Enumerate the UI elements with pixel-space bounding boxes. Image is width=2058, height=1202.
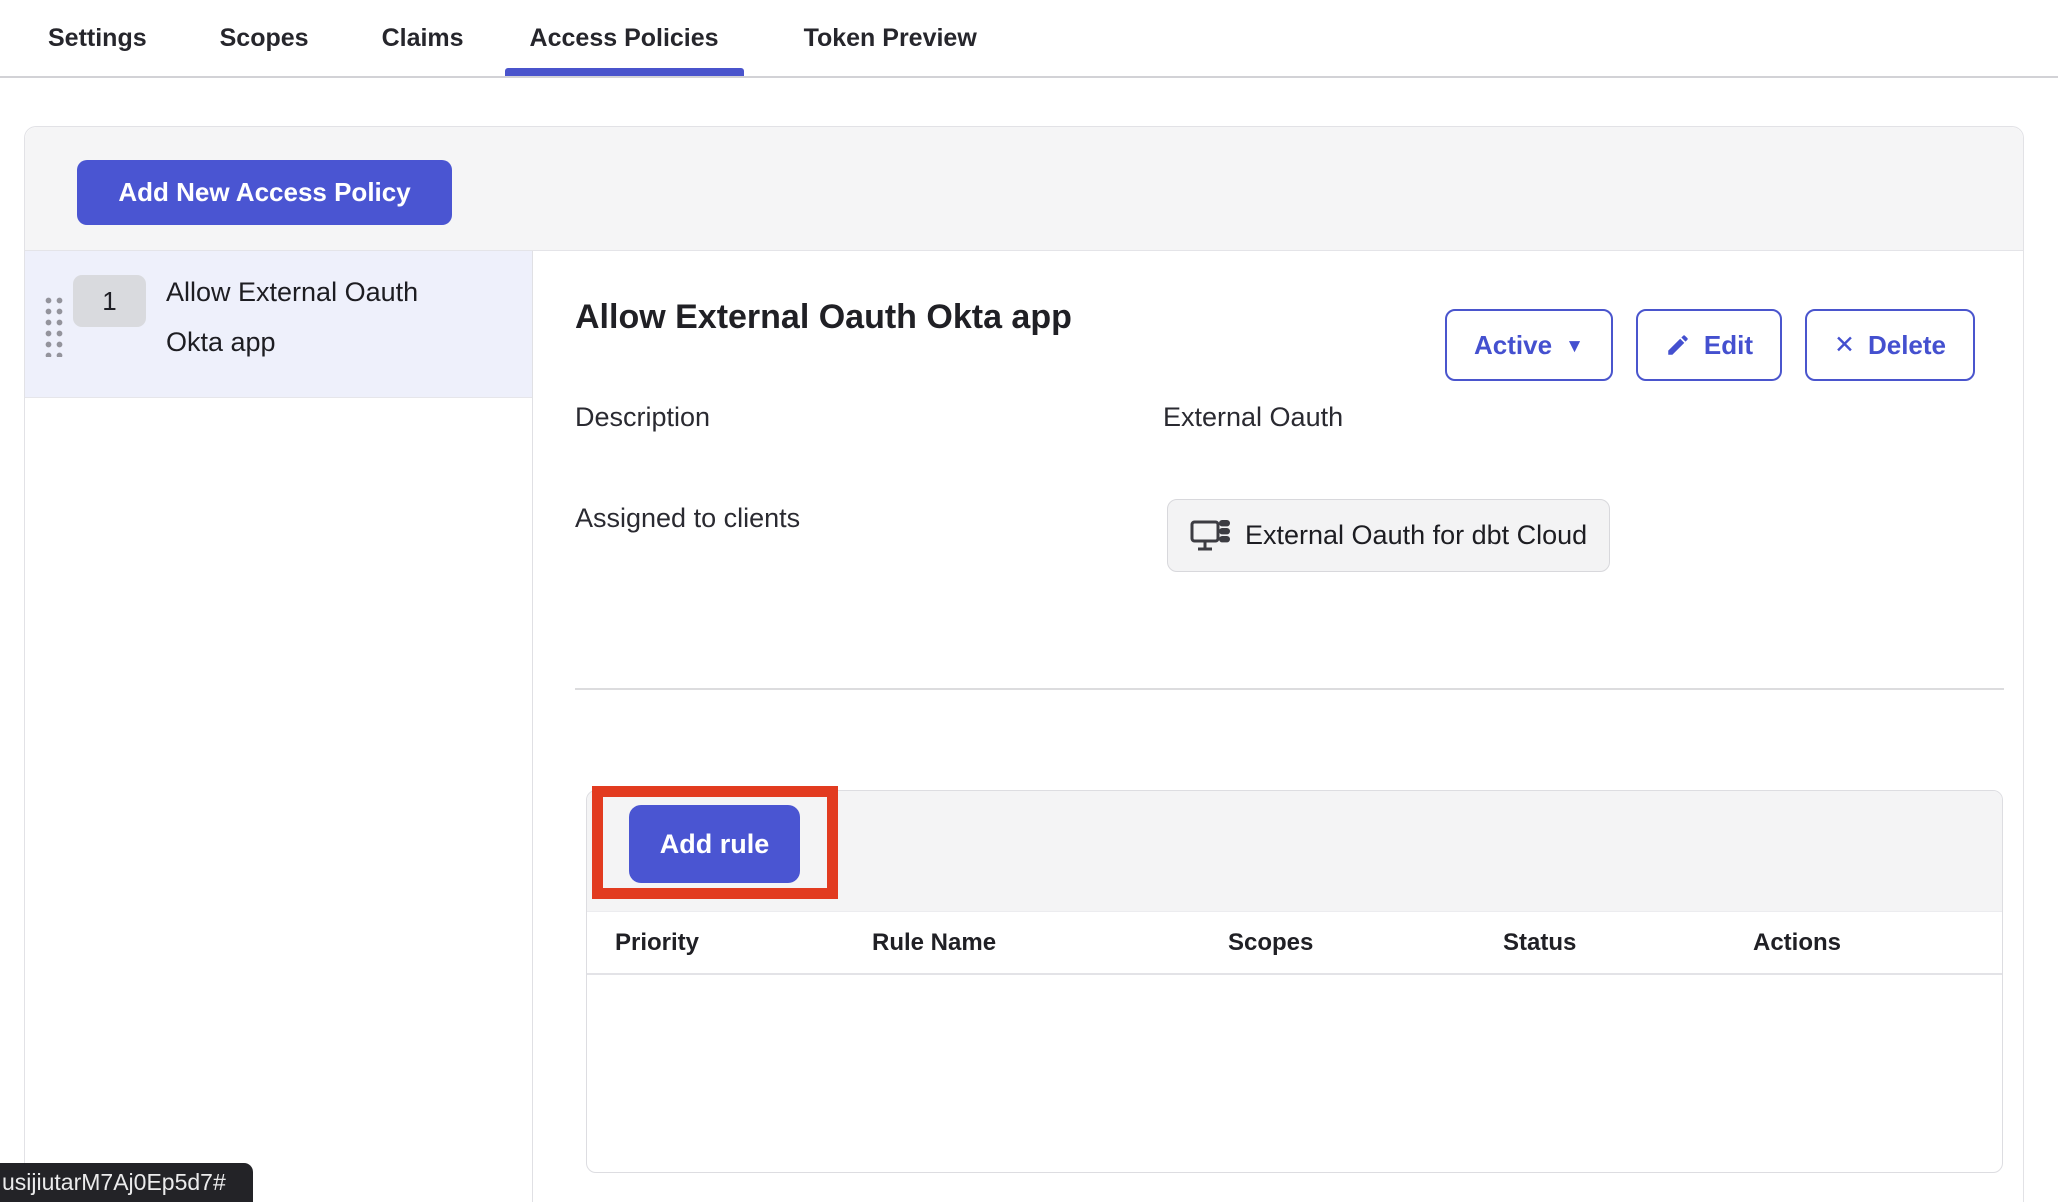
delete-button[interactable]: ✕ Delete [1805, 309, 1975, 381]
tab-label: Claims [382, 24, 464, 53]
tab-scopes[interactable]: Scopes [195, 0, 334, 76]
column-header-status: Status [1503, 912, 1576, 973]
chevron-down-icon: ▼ [1565, 337, 1584, 356]
policy-action-buttons: Active ▼ Edit ✕ Delete [1445, 309, 1975, 381]
active-tab-underline [505, 68, 744, 76]
delete-button-label: Delete [1868, 330, 1946, 361]
add-rule-button[interactable]: Add rule [629, 805, 800, 883]
close-icon: ✕ [1834, 333, 1855, 358]
rules-table-container: Add rule Priority Rule Name Scopes Statu… [586, 790, 2003, 1173]
rules-table-empty-body [587, 975, 2002, 1171]
link-preview-text: usijiutarM7Aj0Ep5d7# [2, 1169, 226, 1196]
description-label: Description [575, 402, 710, 433]
card-header: Add New Access Policy [25, 127, 2023, 251]
access-policies-card: Add New Access Policy 1 Allow External O… [24, 126, 2024, 1202]
add-new-access-policy-button[interactable]: Add New Access Policy [77, 160, 452, 225]
section-divider [575, 688, 2004, 690]
policy-detail-panel: Allow External Oauth Okta app Active ▼ E… [533, 251, 2023, 1202]
policy-name-label: Allow External Oauth Okta app [166, 267, 466, 367]
description-value: External Oauth [1163, 402, 1343, 433]
column-header-scopes: Scopes [1228, 912, 1313, 973]
tab-label: Settings [48, 24, 147, 53]
drag-handle-icon[interactable] [41, 293, 64, 357]
tab-bar: Settings Scopes Claims Access Policies T… [0, 0, 2058, 78]
tab-settings[interactable]: Settings [23, 0, 172, 76]
link-preview-status-bubble: usijiutarM7Aj0Ep5d7# [0, 1163, 253, 1202]
policy-priority-badge: 1 [73, 275, 146, 327]
status-dropdown-label: Active [1474, 330, 1552, 361]
tab-label: Token Preview [804, 24, 977, 53]
column-header-rule-name: Rule Name [872, 912, 996, 973]
column-header-actions: Actions [1753, 912, 1841, 973]
policy-list-item-selected[interactable]: 1 Allow External Oauth Okta app [25, 251, 532, 398]
policy-list-sidebar: 1 Allow External Oauth Okta app [25, 251, 533, 1202]
assigned-client-name: External Oauth for dbt Cloud [1245, 520, 1587, 551]
tab-label: Scopes [220, 24, 309, 53]
card-body: 1 Allow External Oauth Okta app Allow Ex… [25, 251, 2023, 1202]
pencil-icon [1665, 332, 1691, 358]
tab-token-preview[interactable]: Token Preview [779, 0, 1002, 76]
assigned-to-clients-label: Assigned to clients [575, 503, 800, 534]
policy-title: Allow External Oauth Okta app [575, 298, 1072, 337]
tab-label: Access Policies [530, 24, 719, 53]
column-header-priority: Priority [615, 912, 699, 973]
edit-button[interactable]: Edit [1636, 309, 1782, 381]
monitor-icon [1190, 517, 1232, 555]
status-dropdown-button[interactable]: Active ▼ [1445, 309, 1613, 381]
assigned-client-chip[interactable]: External Oauth for dbt Cloud [1167, 499, 1610, 572]
access-policies-page: Settings Scopes Claims Access Policies T… [0, 0, 2058, 1202]
tab-access-policies[interactable]: Access Policies [505, 0, 744, 76]
rules-table-header: Priority Rule Name Scopes Status Actions [587, 912, 2002, 975]
tab-claims[interactable]: Claims [357, 0, 489, 76]
edit-button-label: Edit [1704, 330, 1753, 361]
